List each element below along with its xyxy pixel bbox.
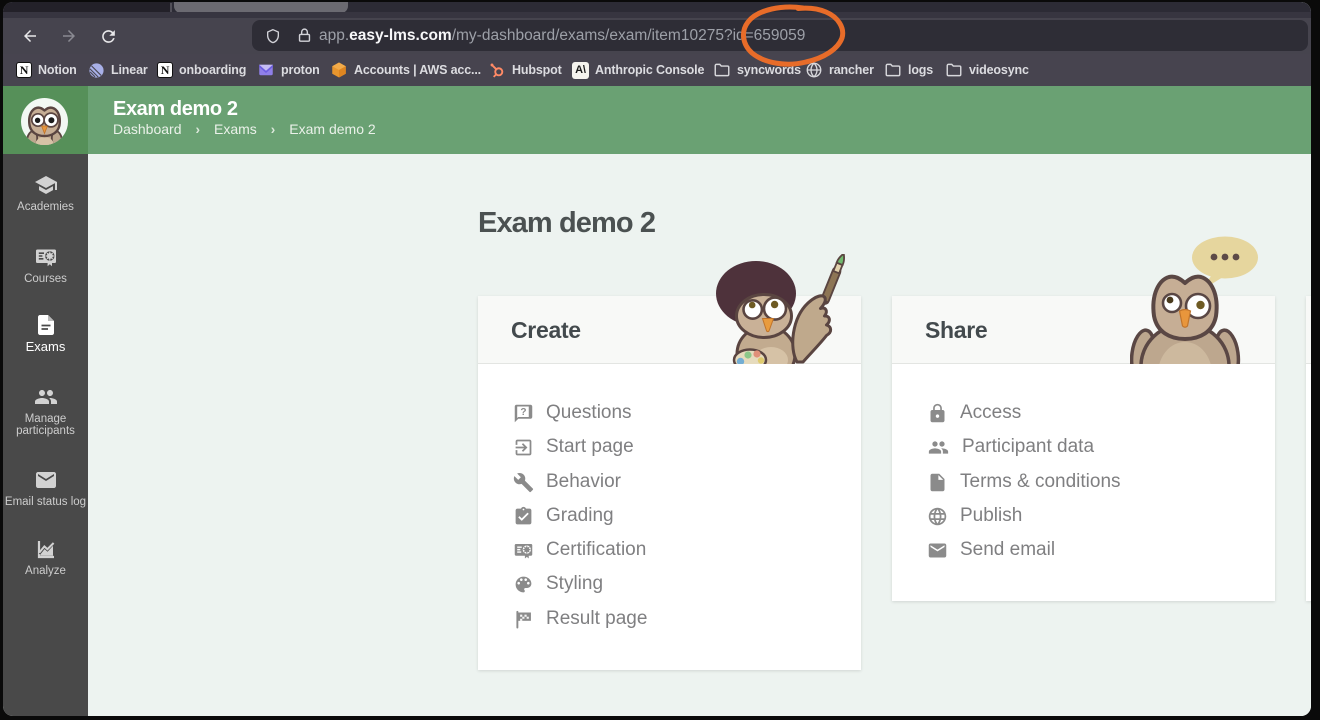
svg-text:?: ? bbox=[520, 406, 526, 417]
